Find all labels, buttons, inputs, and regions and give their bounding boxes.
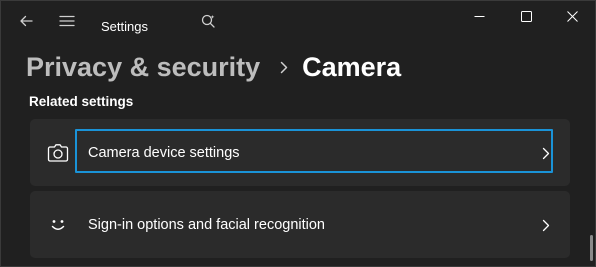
search-button[interactable]: [194, 9, 222, 37]
keyboard-focus-indicator: [75, 129, 553, 173]
minimize-icon: [474, 9, 485, 27]
minimize-button[interactable]: [456, 1, 502, 35]
camera-icon: [46, 141, 70, 165]
settings-window: Settings Privacy & security Camera Relat…: [0, 0, 596, 267]
sign-in-options-item[interactable]: Sign-in options and facial recognition: [30, 191, 570, 258]
back-arrow-icon: [19, 14, 33, 33]
hamburger-menu-icon: [59, 14, 75, 32]
setting-label: Sign-in options and facial recognition: [88, 217, 325, 233]
page-title: Camera: [302, 51, 402, 82]
navigation-menu-button[interactable]: [53, 9, 81, 37]
close-button[interactable]: [549, 1, 595, 35]
breadcrumb: Privacy & security Camera: [26, 49, 401, 85]
back-button[interactable]: [12, 9, 40, 37]
close-icon: [566, 9, 578, 27]
breadcrumb-parent-link[interactable]: Privacy & security: [26, 52, 260, 83]
maximize-button[interactable]: [503, 1, 549, 35]
app-title: Settings: [101, 19, 148, 34]
title-bar: Settings: [1, 1, 596, 45]
vertical-scrollbar[interactable]: [590, 235, 593, 261]
search-icon: [200, 13, 216, 34]
smiley-face-icon: [46, 213, 70, 237]
chevron-right-icon: [280, 61, 288, 74]
chevron-right-icon: [540, 217, 552, 233]
section-title: Related settings: [29, 94, 134, 109]
maximize-icon: [520, 9, 532, 27]
